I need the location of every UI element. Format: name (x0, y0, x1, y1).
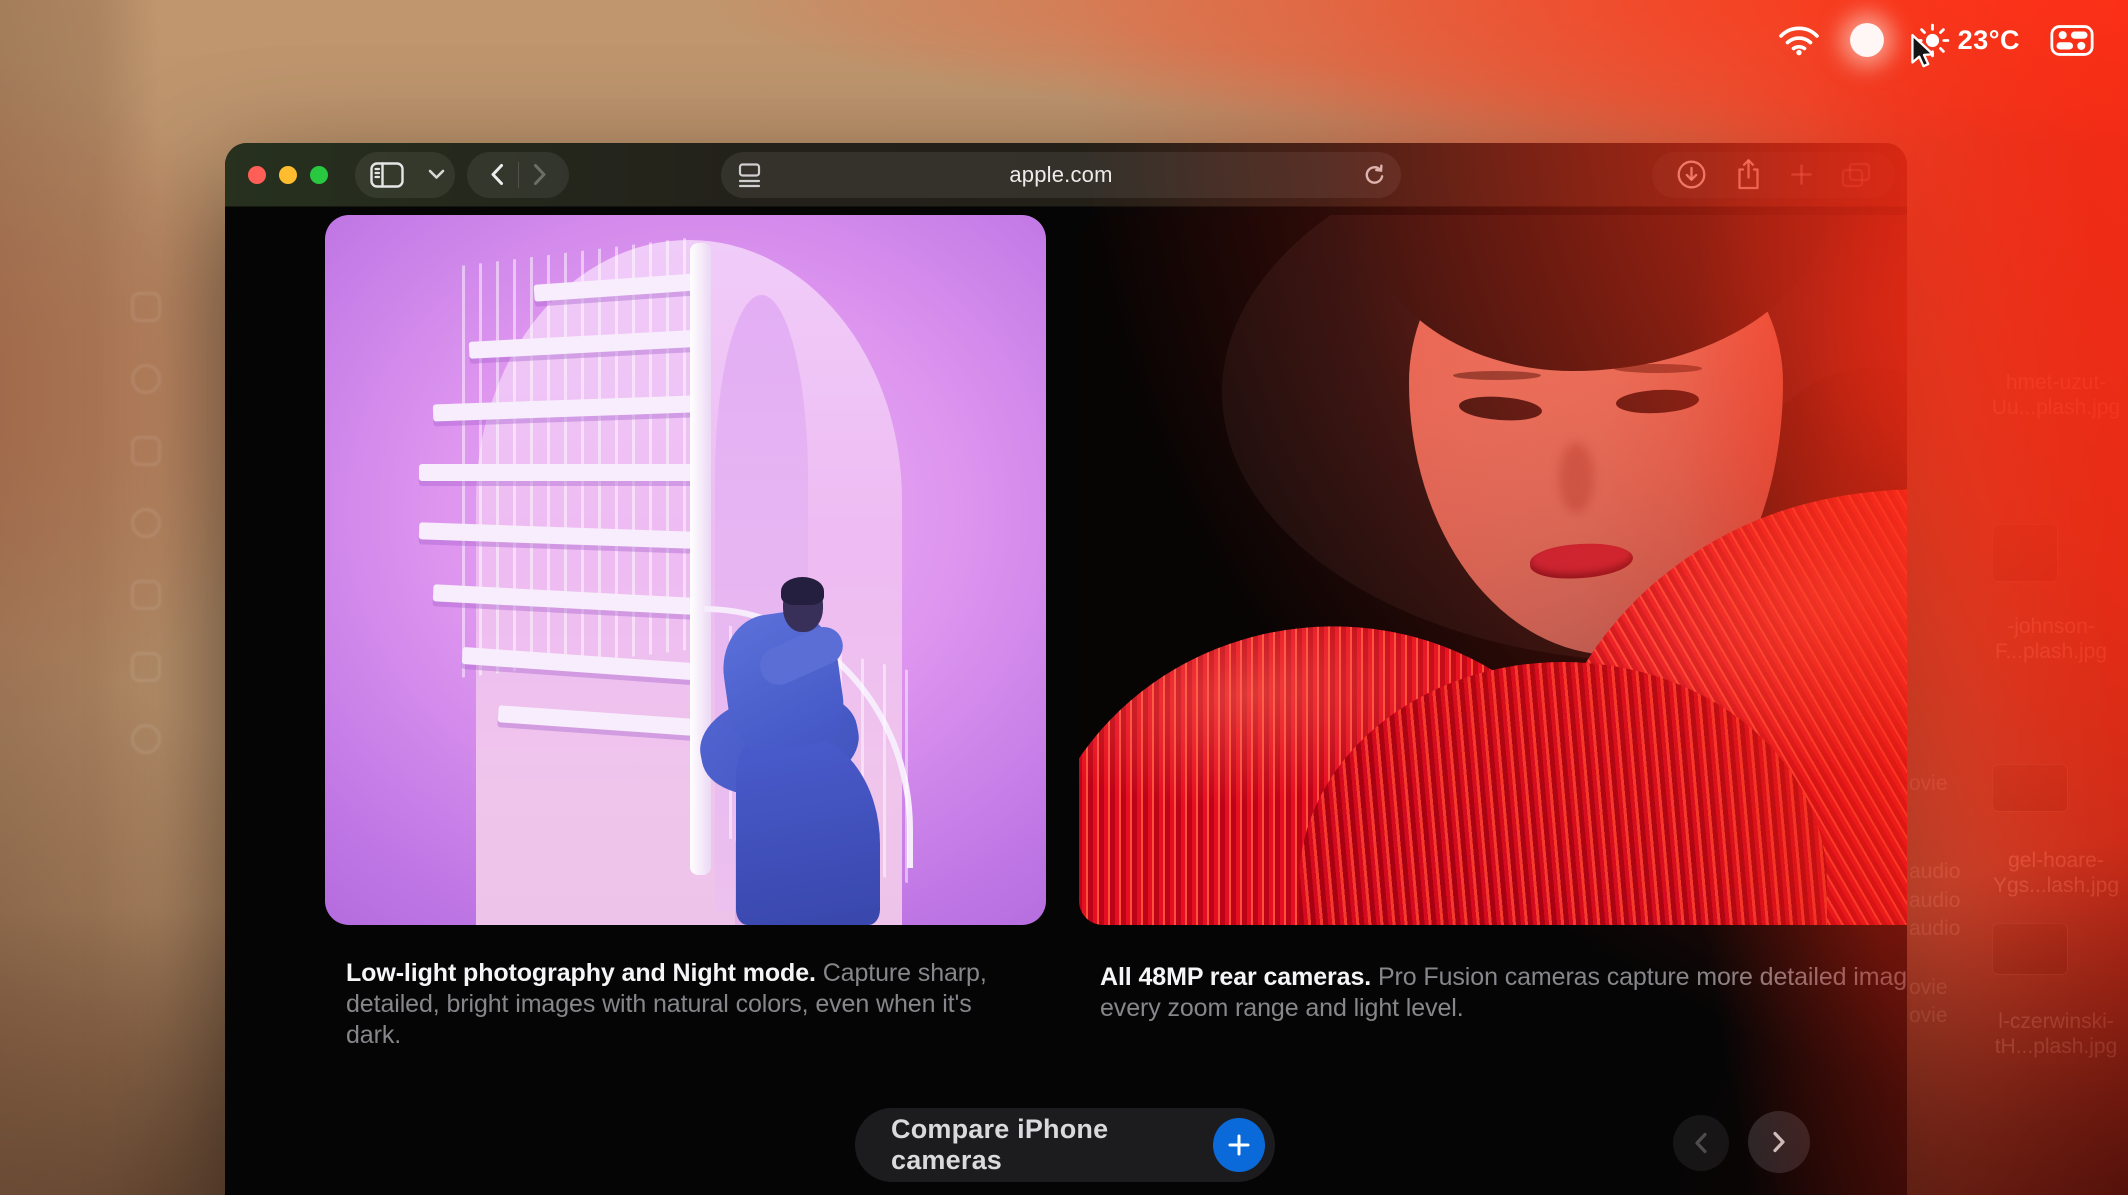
desktop-file-label[interactable]: l-czerwinski-tH...plash.jpg (1981, 1009, 2128, 1059)
camera-caption: All 48MP rear cameras. Pro Fusion camera… (1100, 962, 1907, 1024)
sidebar-menu-button[interactable] (418, 152, 455, 198)
forward-button[interactable] (519, 152, 561, 198)
page-menu-icon (737, 162, 762, 189)
desktop-screen: hmet-uzut-Uu...plash.jpg -johnson-F...pl… (0, 0, 2128, 1195)
desktop-file-label[interactable]: gel-hoare-Ygs...lash.jpg (1981, 848, 2128, 898)
traffic-lights (248, 166, 328, 184)
reload-icon (1362, 163, 1387, 188)
webpage-content: Low-light photography and Night mode. Ca… (225, 207, 1907, 1195)
address-bar[interactable]: apple.com (721, 152, 1401, 198)
sidebar-toggle-button[interactable] (356, 152, 418, 198)
desktop-file-thumbnail[interactable] (1992, 923, 2068, 975)
lowlight-caption: Low-light photography and Night mode. Ca… (346, 958, 987, 1051)
toolbar-right-cluster (1652, 152, 1895, 198)
zoom-button[interactable] (310, 166, 328, 184)
new-tab-button[interactable] (1776, 152, 1827, 198)
compare-cameras-label: Compare iPhone cameras (891, 1114, 1213, 1176)
spotlight-icon (1850, 23, 1884, 57)
browser-toolbar: apple.com (225, 143, 1907, 207)
plus-icon (1213, 1118, 1265, 1172)
url-text: apple.com (1009, 162, 1112, 188)
control-center-menu-item[interactable] (2050, 25, 2094, 56)
desktop-file-label[interactable]: audio (1909, 889, 1960, 913)
desktop-file-label[interactable]: audio (1909, 860, 1960, 884)
chevron-right-icon (1772, 1131, 1786, 1153)
wifi-menu-item[interactable] (1778, 24, 1820, 56)
back-icon (490, 163, 504, 186)
chevron-left-icon (1694, 1132, 1708, 1154)
close-button[interactable] (248, 166, 266, 184)
weather-temperature: 23°C (1958, 25, 2020, 56)
tab-overview-icon (1841, 162, 1871, 188)
spotlight-menu-item[interactable] (1850, 23, 1884, 57)
desktop-file-label[interactable]: ovie (1909, 772, 1948, 796)
desktop-file-label[interactable]: hmet-uzut-Uu...plash.jpg (1981, 370, 2128, 420)
history-nav-group (467, 152, 569, 198)
sidebar-icon (370, 162, 404, 188)
share-button[interactable] (1721, 152, 1776, 198)
compare-cameras-button[interactable]: Compare iPhone cameras (855, 1108, 1275, 1182)
sidebar-group (355, 152, 455, 198)
downloads-button[interactable] (1662, 152, 1721, 198)
share-icon (1735, 158, 1762, 191)
download-icon (1676, 159, 1707, 190)
desktop-file-thumbnail[interactable] (1992, 764, 2068, 812)
camera-photo-card (1079, 215, 1907, 925)
minimize-button[interactable] (279, 166, 297, 184)
desktop-file-thumbnail[interactable] (1992, 524, 2058, 582)
chevron-down-icon (428, 169, 445, 180)
tab-overview-button[interactable] (1827, 152, 1885, 198)
safari-window: apple.com (225, 143, 1907, 1195)
lowlight-photo-card (325, 215, 1046, 925)
desktop-file-label[interactable]: -johnson-F...plash.jpg (1976, 614, 2126, 664)
back-button[interactable] (476, 152, 518, 198)
plus-icon (1790, 163, 1813, 186)
reload-button[interactable] (1362, 163, 1387, 193)
menubar-status-items: 23°C (1778, 0, 2128, 80)
carousel-previous-button[interactable] (1673, 1115, 1729, 1171)
desktop-file-label[interactable]: ovie (1909, 1004, 1948, 1028)
wifi-icon (1778, 24, 1820, 56)
page-menu-button[interactable] (737, 162, 762, 194)
desktop-file-label[interactable]: ovie (1909, 976, 1948, 1000)
carousel-next-button[interactable] (1748, 1111, 1810, 1173)
control-center-icon (2050, 25, 2094, 56)
forward-icon (533, 163, 547, 186)
desktop-file-label[interactable]: audio (1909, 917, 1960, 941)
mouse-cursor (1908, 33, 1940, 78)
